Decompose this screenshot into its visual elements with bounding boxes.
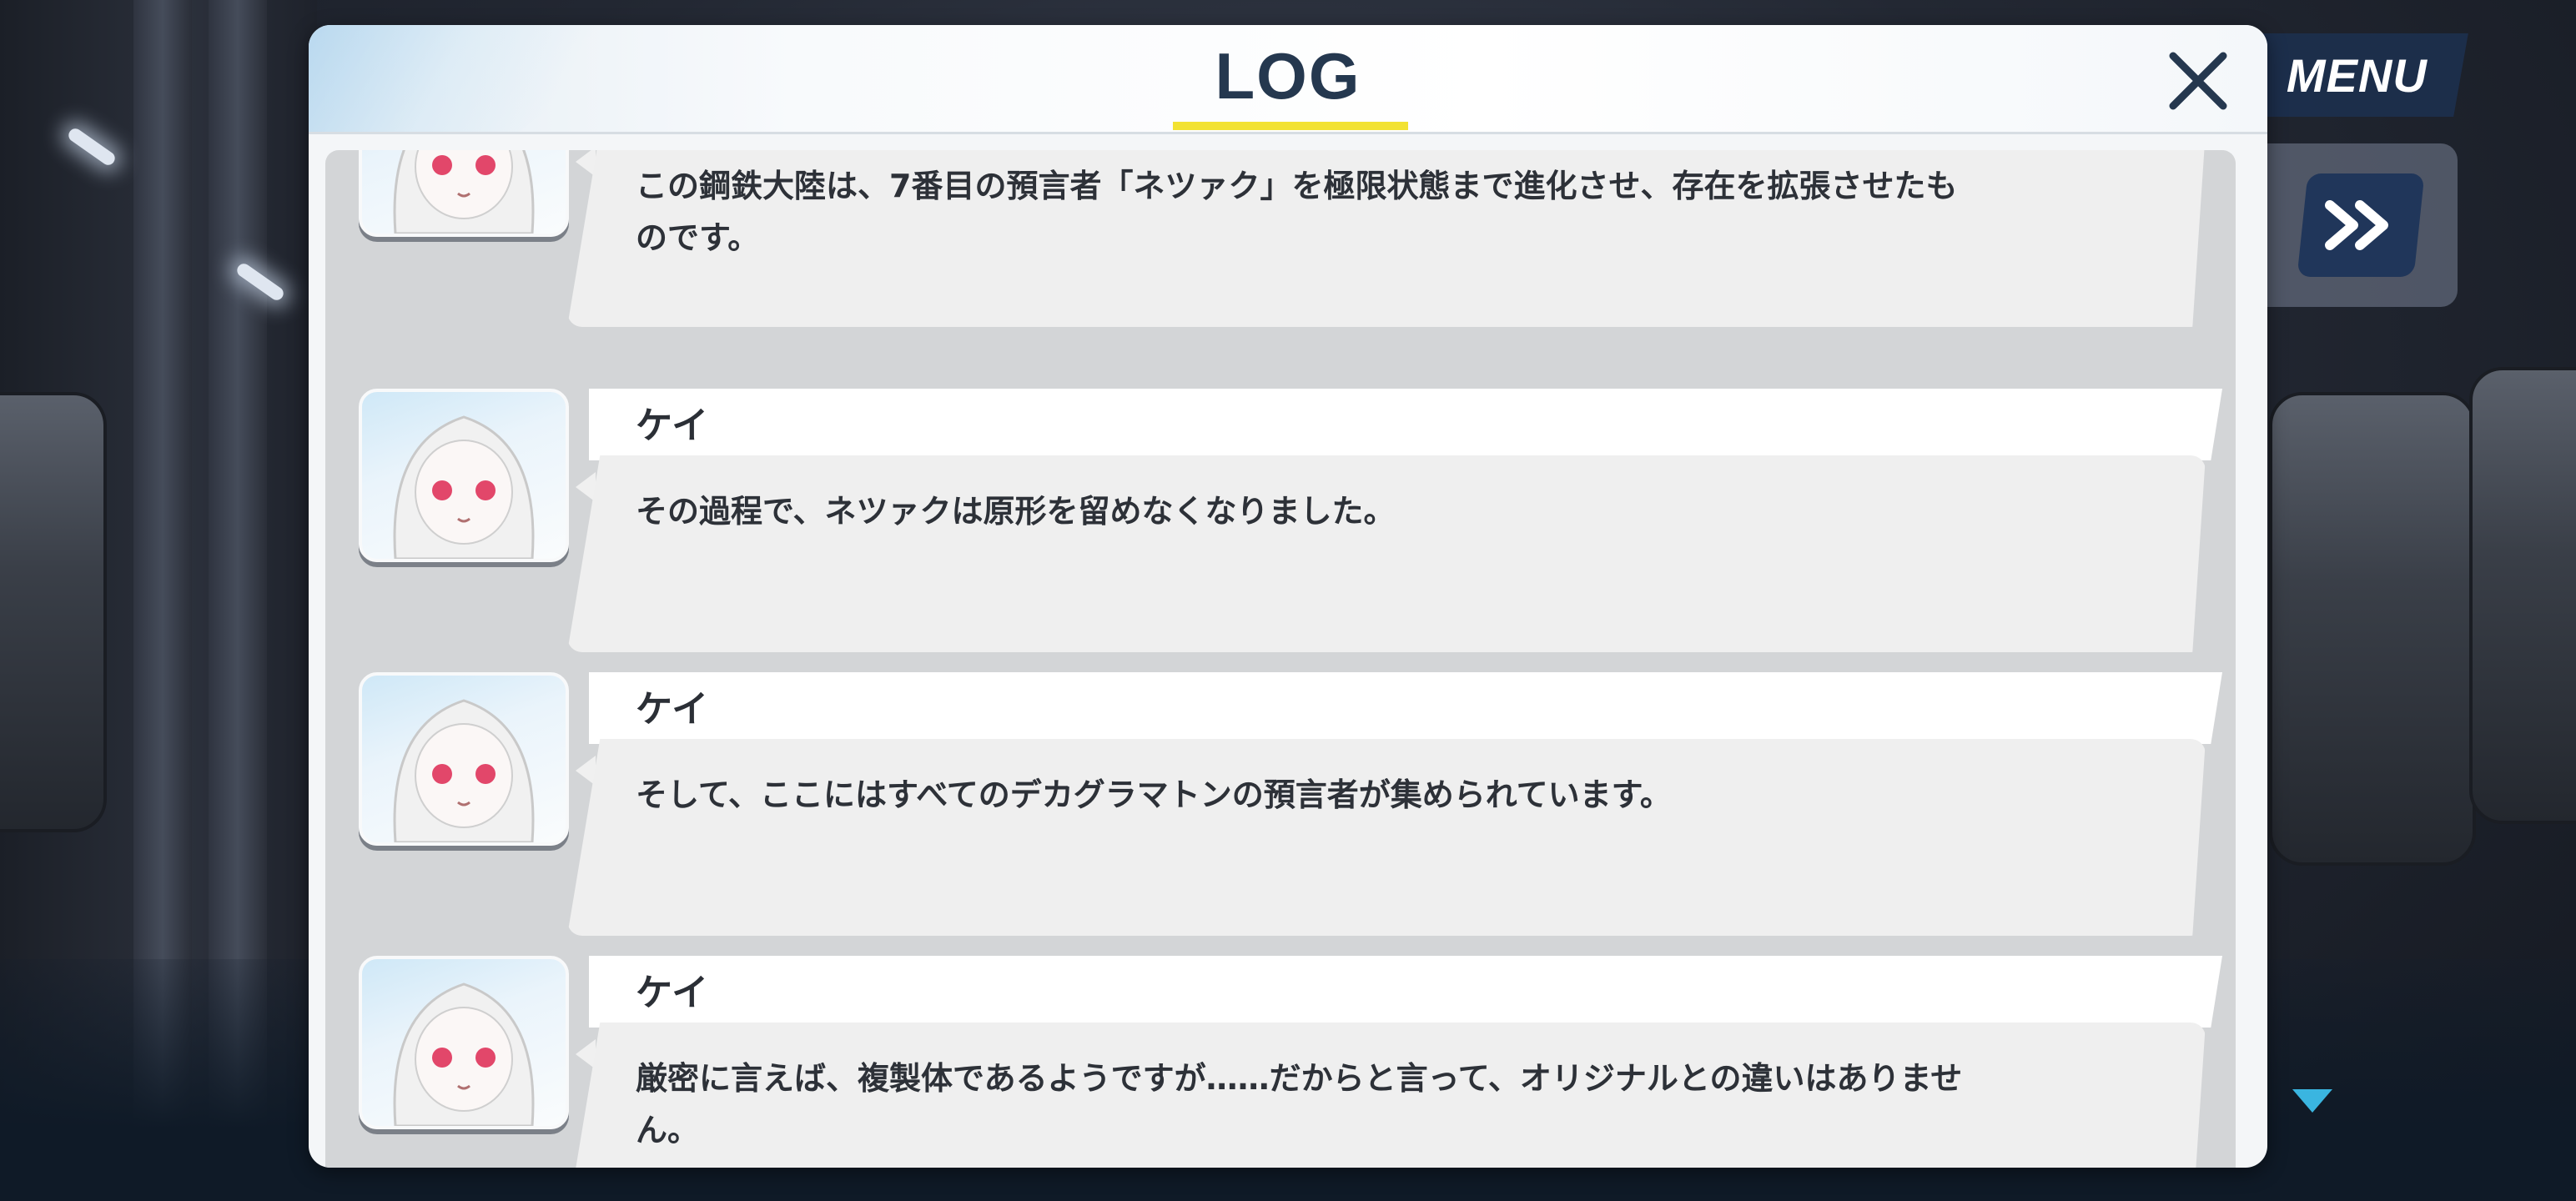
hangar-machine bbox=[2269, 392, 2476, 866]
title-underline bbox=[1173, 122, 1408, 130]
character-portrait bbox=[359, 672, 569, 846]
character-portrait bbox=[359, 389, 569, 562]
list-item: ケイ その過程で、ネツァクは原形を留めなくなりました。 bbox=[325, 389, 2236, 664]
character-portrait bbox=[359, 150, 569, 237]
log-header: LOG bbox=[309, 25, 2267, 134]
chevron-down-icon[interactable] bbox=[2292, 1089, 2332, 1113]
speaker-nameplate bbox=[589, 389, 2222, 460]
speaker-name: ケイ bbox=[636, 688, 709, 731]
speaker-nameplate bbox=[589, 956, 2222, 1028]
hangar-machine bbox=[0, 392, 107, 832]
speech-tail bbox=[576, 756, 596, 786]
speaker-nameplate bbox=[589, 672, 2222, 744]
character-portrait bbox=[359, 956, 569, 1129]
fast-forward-icon bbox=[2325, 200, 2388, 250]
list-item: ケイ 厳密に言えば、複製体であるようですが……だからと言って、オリジナルとの違い… bbox=[325, 956, 2236, 1168]
dialogue-text: その過程で、ネツァクは原形を留めなくなりました。 bbox=[636, 493, 1396, 530]
list-item: この鋼鉄大陸は、7番目の預言者「ネツァク」を極限状態まで進化させ、存在を拡張させ… bbox=[325, 150, 2236, 339]
log-list[interactable]: この鋼鉄大陸は、7番目の預言者「ネツァク」を極限状態まで進化させ、存在を拡張させ… bbox=[325, 150, 2236, 1168]
menu-label: MENU bbox=[2286, 48, 2428, 102]
fast-forward-button[interactable] bbox=[2297, 173, 2425, 277]
speaker-name: ケイ bbox=[636, 972, 709, 1014]
log-dialog: LOG この鋼鉄大陸は、7番目の預言者「ネツァク」を極限状態まで進化させ、存在を… bbox=[309, 25, 2267, 1168]
speaker-name: ケイ bbox=[636, 405, 709, 447]
speech-tail bbox=[576, 150, 596, 177]
close-button[interactable] bbox=[2161, 43, 2236, 118]
close-icon bbox=[2169, 52, 2227, 110]
dialog-title: LOG bbox=[1215, 39, 1361, 113]
speech-tail bbox=[576, 472, 596, 502]
list-item: ケイ そして、ここにはすべてのデカグラマトンの預言者が集められています。 bbox=[325, 672, 2236, 947]
dialogue-text: この鋼鉄大陸は、7番目の預言者「ネツァク」を極限状態まで進化させ、存在を拡張させ… bbox=[636, 168, 1958, 256]
hangar-machine bbox=[2469, 367, 2576, 824]
dialogue-text: そして、ここにはすべてのデカグラマトンの預言者が集められています。 bbox=[636, 776, 1672, 813]
dialogue-text: 厳密に言えば、複製体であるようですが……だからと言って、オリジナルとの違いはあり… bbox=[636, 1060, 1963, 1148]
speech-tail bbox=[576, 1039, 596, 1069]
menu-button[interactable]: MENU bbox=[2245, 33, 2468, 117]
